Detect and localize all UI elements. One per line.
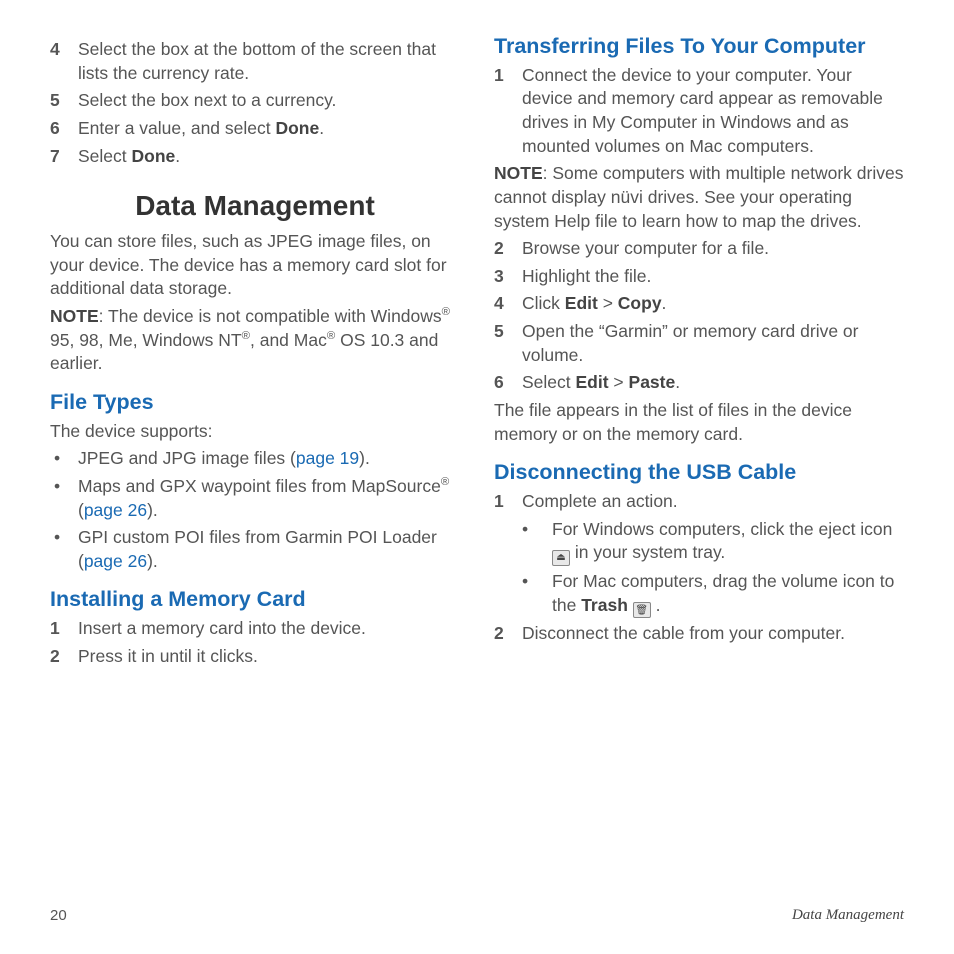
heading-installing-memory-card: Installing a Memory Card — [50, 587, 460, 613]
step-text: Enter a value, and select Done. — [78, 117, 460, 141]
step-sub-text: The file appears in the list of files in… — [494, 399, 904, 446]
step-number: 3 — [494, 265, 522, 289]
list-item: • For Windows computers, click the eject… — [522, 518, 904, 566]
registered-mark: ® — [441, 476, 449, 488]
list-item: 2 Press it in until it clicks. — [50, 645, 460, 669]
page-content: 4 Select the box at the bottom of the sc… — [50, 34, 904, 881]
bullet-icon: • — [54, 447, 78, 471]
list-item: 6 Enter a value, and select Done. — [50, 117, 460, 141]
heading-file-types: File Types — [50, 390, 460, 416]
bullet-text: GPI custom POI files from Garmin POI Loa… — [78, 526, 460, 573]
step-text: Select Edit > Paste. — [522, 371, 904, 395]
step-text: Disconnect the cable from your computer. — [522, 622, 904, 646]
step-number: 4 — [494, 292, 522, 316]
filetypes-intro: The device supports: — [50, 420, 460, 444]
bullet-text: JPEG and JPG image files (page 19). — [78, 447, 460, 471]
step-text: Press it in until it clicks. — [78, 645, 460, 669]
step-number: 2 — [494, 622, 522, 646]
page-link[interactable]: page 19 — [296, 448, 359, 468]
step-text: Connect the device to your computer. You… — [522, 64, 904, 159]
bullet-text: For Mac computers, drag the volume icon … — [552, 570, 904, 618]
ui-label-edit: Edit — [576, 372, 609, 392]
list-item: 1 Complete an action. — [494, 490, 904, 514]
registered-mark: ® — [327, 330, 335, 342]
list-item: 4 Select the box at the bottom of the sc… — [50, 38, 460, 85]
registered-mark: ® — [242, 330, 250, 342]
right-column: Transferring Files To Your Computer 1 Co… — [494, 34, 904, 881]
ui-label-done: Done — [132, 146, 176, 166]
step-number: 7 — [50, 145, 78, 169]
ui-label-edit: Edit — [565, 293, 598, 313]
bullet-text: For Windows computers, click the eject i… — [552, 518, 904, 566]
ui-label-done: Done — [275, 118, 319, 138]
step-text: Browse your computer for a file. — [522, 237, 904, 261]
page-link[interactable]: page 26 — [84, 500, 147, 520]
page-number: 20 — [50, 907, 67, 924]
heading-data-management: Data Management — [50, 190, 460, 222]
step-text: Click Edit > Copy. — [522, 292, 904, 316]
footer-section-title: Data Management — [792, 907, 904, 924]
step-text: Select the box at the bottom of the scre… — [78, 38, 460, 85]
page-link[interactable]: page 26 — [84, 551, 147, 571]
page-footer: 20 Data Management — [50, 901, 904, 924]
heading-transferring-files: Transferring Files To Your Computer — [494, 34, 904, 60]
list-item: 1 Insert a memory card into the device. — [50, 617, 460, 641]
list-item: 2 Browse your computer for a file. — [494, 237, 904, 261]
ui-label-copy: Copy — [618, 293, 662, 313]
bullet-icon: • — [522, 570, 552, 618]
heading-disconnecting-usb: Disconnecting the USB Cable — [494, 460, 904, 486]
step-number: 4 — [50, 38, 78, 85]
step-text: Highlight the file. — [522, 265, 904, 289]
eject-icon: ⏏ — [552, 550, 570, 566]
step-number: 6 — [494, 371, 522, 395]
ui-label-trash: Trash — [581, 595, 628, 615]
list-item: 2 Disconnect the cable from your compute… — [494, 622, 904, 646]
step-number: 1 — [494, 490, 522, 514]
bullet-icon: • — [522, 518, 552, 566]
step-text: Select Done. — [78, 145, 460, 169]
step-number: 2 — [50, 645, 78, 669]
note-label: NOTE — [494, 163, 543, 183]
list-item: 5 Open the “Garmin” or memory card drive… — [494, 320, 904, 367]
bullet-icon: • — [54, 526, 78, 573]
registered-mark: ® — [442, 306, 450, 318]
step-text: Open the “Garmin” or memory card drive o… — [522, 320, 904, 367]
list-item: 4 Click Edit > Copy. — [494, 292, 904, 316]
step-number: 5 — [50, 89, 78, 113]
bullet-icon: • — [54, 475, 78, 522]
intro-paragraph: You can store files, such as JPEG image … — [50, 230, 460, 301]
list-item: 6 Select Edit > Paste. — [494, 371, 904, 395]
ui-label-paste: Paste — [629, 372, 676, 392]
list-item: 5 Select the box next to a currency. — [50, 89, 460, 113]
list-item: • JPEG and JPG image files (page 19). — [54, 447, 460, 471]
note-label: NOTE — [50, 306, 99, 326]
step-number: 6 — [50, 117, 78, 141]
step-number: 2 — [494, 237, 522, 261]
list-item: • Maps and GPX waypoint files from MapSo… — [54, 475, 460, 522]
step-text: Insert a memory card into the device. — [78, 617, 460, 641]
list-item: • For Mac computers, drag the volume ico… — [522, 570, 904, 618]
bullet-text: Maps and GPX waypoint files from MapSour… — [78, 475, 460, 522]
trash-icon: 🗑 — [633, 602, 651, 618]
list-item: 1 Connect the device to your computer. Y… — [494, 64, 904, 159]
left-column: 4 Select the box at the bottom of the sc… — [50, 34, 460, 881]
step-text: Select the box next to a currency. — [78, 89, 460, 113]
step-number: 5 — [494, 320, 522, 367]
step-text: Complete an action. — [522, 490, 904, 514]
list-item: 3 Highlight the file. — [494, 265, 904, 289]
step-number: 1 — [494, 64, 522, 159]
note-paragraph: NOTE: Some computers with multiple netwo… — [494, 162, 904, 233]
list-item: • GPI custom POI files from Garmin POI L… — [54, 526, 460, 573]
note-paragraph: NOTE: The device is not compatible with … — [50, 305, 460, 376]
list-item: 7 Select Done. — [50, 145, 460, 169]
step-number: 1 — [50, 617, 78, 641]
